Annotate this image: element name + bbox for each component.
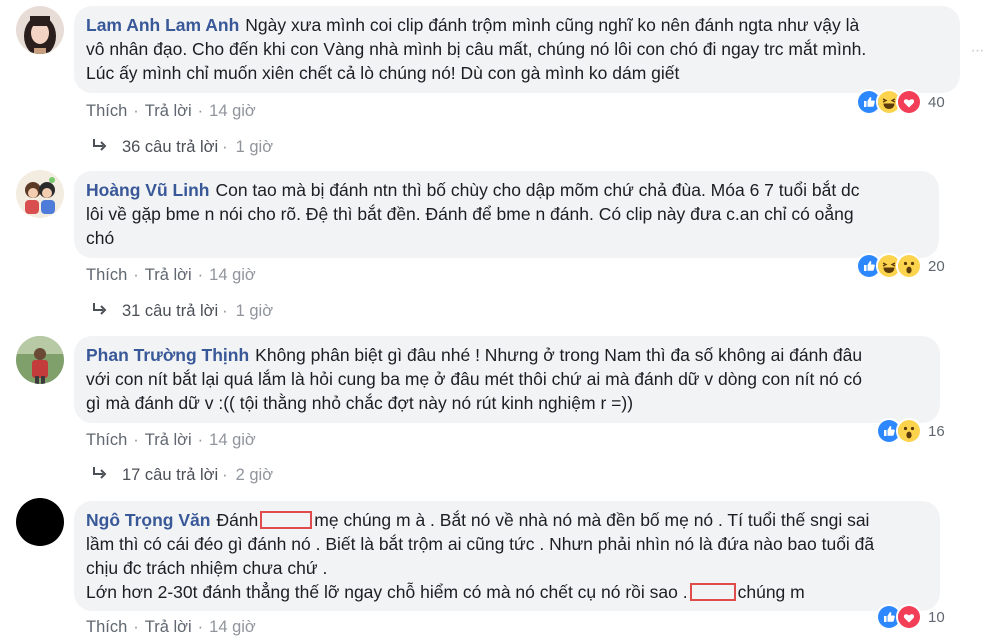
separator: · <box>133 618 139 636</box>
like-link[interactable]: Thích <box>86 266 127 284</box>
comment-bubble: Lam Anh Lam Anh Ngày xưa mình coi clip đá… <box>74 6 960 93</box>
separator: · <box>133 102 139 120</box>
wow-icon <box>896 418 922 444</box>
separator: · <box>197 266 204 284</box>
avatar[interactable] <box>16 6 64 54</box>
avatar[interactable] <box>16 336 64 384</box>
comment-text: Không phân biệt gì đâu nhé ! Nhưng ở tro… <box>255 345 863 365</box>
author-name[interactable]: Lam Anh Lam Anh <box>86 15 239 35</box>
comment-text: Con tao mà bị đánh ntn thì bố chùy cho d… <box>215 180 860 200</box>
comment-bubble: Phan Trường Thịnh Không phân biệt gì đâu … <box>74 336 940 423</box>
comment-actions: Thích · Trả lời · 14 giờ <box>86 618 256 637</box>
comment-actions: Thích · Trả lời · 14 giờ <box>86 431 256 450</box>
separator: · <box>197 618 204 636</box>
comment-text: chó <box>86 228 115 248</box>
replies-time: 1 giờ <box>235 138 274 156</box>
like-link[interactable]: Thích <box>86 102 127 120</box>
reply-link[interactable]: Trả lời <box>145 431 192 449</box>
comment-text: vô nhân đạo. Cho đến khi con Vàng nhà mì… <box>86 39 867 59</box>
love-icon <box>896 604 922 630</box>
reaction-count: 40 <box>928 93 945 111</box>
replies-count[interactable]: 36 câu trả lời <box>122 138 218 157</box>
comment-text: Lớn hơn 2-30t đánh thẳng thế lỡ ngay chỗ… <box>86 582 688 602</box>
comment-text: với con nít bắt lại quá lắm là hỏi cung … <box>86 369 862 389</box>
separator: · <box>222 466 228 484</box>
author-name[interactable]: Hoàng Vũ Linh <box>86 180 209 200</box>
reaction-summary[interactable]: 20 <box>856 253 945 279</box>
reply-link[interactable]: Trả lời <box>145 102 192 120</box>
comment-text: lầm thì có cái đéo gì đánh nó . Biết là … <box>86 534 875 554</box>
comment-text: chúng m <box>737 582 805 602</box>
comment-bubble: Ngô Trọng Văn Đánh mẹ chúng m à . Bắt nó v… <box>74 501 940 611</box>
comment-actions: Thích · Trả lời · 14 giờ <box>86 102 256 121</box>
comment-text: gì mà đánh dữ v :(( tội thằng nhỏ chắc đ… <box>86 393 634 413</box>
reaction-count: 16 <box>928 422 945 440</box>
separator: · <box>197 102 204 120</box>
redaction-box <box>260 511 313 529</box>
separator: · <box>222 302 228 320</box>
redaction-box <box>689 583 736 601</box>
love-icon <box>896 89 922 115</box>
comment-text: Đánh <box>216 510 259 530</box>
separator: · <box>133 266 139 284</box>
separator: · <box>133 431 139 449</box>
comment-text: Lúc ấy mình chỉ muốn xiên chết cả lò chú… <box>86 63 680 83</box>
reaction-summary[interactable]: 10 <box>876 604 945 630</box>
reaction-count: 20 <box>928 257 945 275</box>
comment-time[interactable]: 14 giờ <box>209 102 256 120</box>
reply-arrow-icon <box>92 302 108 321</box>
reply-link[interactable]: Trả lời <box>145 618 192 636</box>
separator: · <box>197 431 204 449</box>
reply-arrow-icon <box>92 138 108 157</box>
separator: · <box>222 138 228 156</box>
comment-text: Ngày xưa mình coi clip đánh trộm mình cũ… <box>245 15 860 35</box>
view-replies-link[interactable]: 31 câu trả lời · 1 giờ <box>92 302 273 321</box>
avatar[interactable] <box>16 498 64 546</box>
replies-count[interactable]: 17 câu trả lời <box>122 466 218 485</box>
comment-text: lôi về gặp bme n nói cho rõ. Đệ thì bắt … <box>86 204 854 224</box>
replies-count[interactable]: 31 câu trả lời <box>122 302 218 321</box>
comment-text: chịu đc trách nhiệm chưa chứ . <box>86 558 328 578</box>
more-options-icon[interactable]: ··· <box>970 43 985 59</box>
author-name[interactable]: Ngô Trọng Văn <box>86 510 210 530</box>
comment-actions: Thích · Trả lời · 14 giờ <box>86 266 256 285</box>
author-name[interactable]: Phan Trường Thịnh <box>86 345 249 365</box>
comment-bubble: Hoàng Vũ Linh Con tao mà bị đánh ntn thì … <box>74 171 939 258</box>
reply-arrow-icon <box>92 466 108 485</box>
reply-link[interactable]: Trả lời <box>145 266 192 284</box>
view-replies-link[interactable]: 36 câu trả lời · 1 giờ <box>92 138 273 157</box>
avatar[interactable] <box>16 170 64 218</box>
comment-time[interactable]: 14 giờ <box>209 618 256 636</box>
reaction-summary[interactable]: 40 <box>856 89 945 115</box>
reaction-count: 10 <box>928 608 945 626</box>
replies-time: 1 giờ <box>235 302 274 320</box>
view-replies-link[interactable]: 17 câu trả lời · 2 giờ <box>92 466 273 485</box>
like-link[interactable]: Thích <box>86 431 127 449</box>
reaction-summary[interactable]: 16 <box>876 418 945 444</box>
like-link[interactable]: Thích <box>86 618 127 636</box>
comment-time[interactable]: 14 giờ <box>209 431 256 449</box>
comment-time[interactable]: 14 giờ <box>209 266 256 284</box>
wow-icon <box>896 253 922 279</box>
replies-time: 2 giờ <box>235 466 274 484</box>
comment-text: mẹ chúng m à . Bắt nó về nhà nó mà đền b… <box>314 510 870 530</box>
